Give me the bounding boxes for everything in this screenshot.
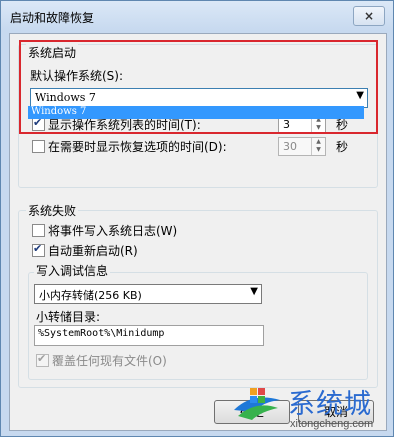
write-event-label: 将事件写入系统日志(W): [48, 224, 178, 238]
dump-dir-input[interactable]: [38, 328, 248, 339]
spin-down-icon[interactable]: ▼: [312, 146, 325, 154]
show-recovery-seconds[interactable]: 30 ▲ ▼: [278, 137, 326, 156]
highlight-frame: [19, 40, 378, 134]
dropdown-option-label: Windows 7: [31, 106, 87, 117]
watermark: 系统城 xitongcheng.com: [232, 382, 392, 434]
dump-dir-field[interactable]: [34, 325, 264, 346]
auto-restart-checkbox[interactable]: [32, 242, 45, 257]
window-title: 启动和故障恢复: [10, 11, 95, 25]
dump-dir-label: 小转储目录:: [36, 310, 101, 324]
show-recovery-checkbox[interactable]: [32, 140, 45, 153]
show-recovery-seconds-value: 30: [283, 140, 297, 153]
default-os-dropdown-option[interactable]: Windows 7: [28, 106, 364, 119]
dump-type-select[interactable]: 小内存转储(256 KB) ▼: [34, 284, 262, 304]
chevron-down-icon: ▼: [250, 286, 258, 297]
watermark-logo-icon: [234, 388, 280, 420]
close-icon: ×: [363, 9, 375, 23]
overwrite-checkbox: [36, 352, 49, 367]
dump-type-value: 小内存转储(256 KB): [39, 289, 142, 302]
show-recovery-label: 在需要时显示恢复选项的时间(D):: [48, 140, 227, 154]
system-failure-label: 系统失败: [26, 202, 79, 219]
debug-info-label: 写入调试信息: [34, 262, 111, 279]
write-event-checkbox[interactable]: [32, 224, 45, 237]
spin-up-icon[interactable]: ▲: [312, 138, 325, 146]
watermark-brand: 系统城: [288, 389, 372, 420]
seconds-unit-label: 秒: [336, 140, 349, 154]
watermark-url: xitongcheng.com: [290, 418, 374, 430]
overwrite-label: 覆盖任何现有文件(O): [52, 354, 167, 368]
close-button[interactable]: ×: [353, 6, 385, 26]
spin-buttons[interactable]: ▲ ▼: [311, 138, 325, 155]
auto-restart-label: 自动重新启动(R): [48, 244, 138, 258]
title-bar[interactable]: 启动和故障恢复 ×: [1, 1, 393, 33]
